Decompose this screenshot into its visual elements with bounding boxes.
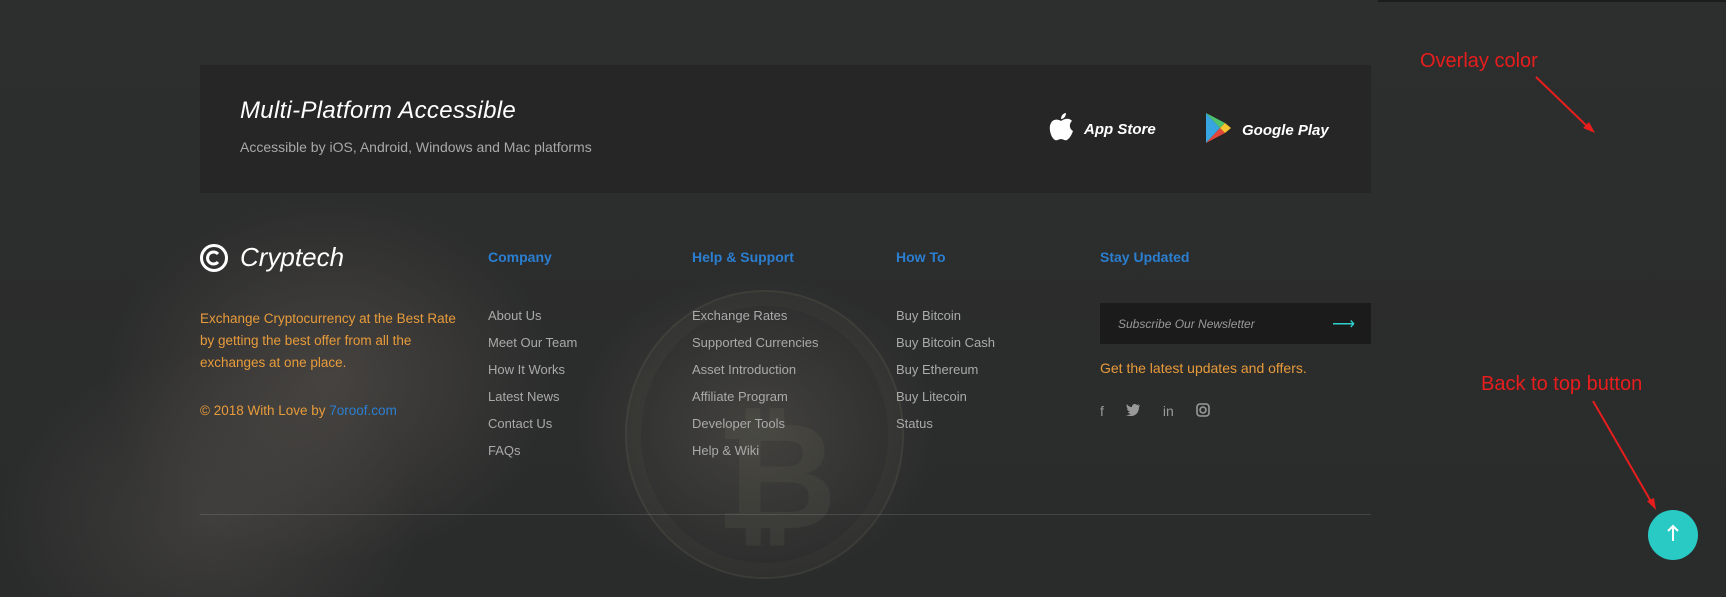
back-to-top-button[interactable]: [1648, 510, 1698, 560]
arrow-up-icon: [1666, 524, 1680, 547]
annotation-arrows: [1535, 76, 1656, 510]
